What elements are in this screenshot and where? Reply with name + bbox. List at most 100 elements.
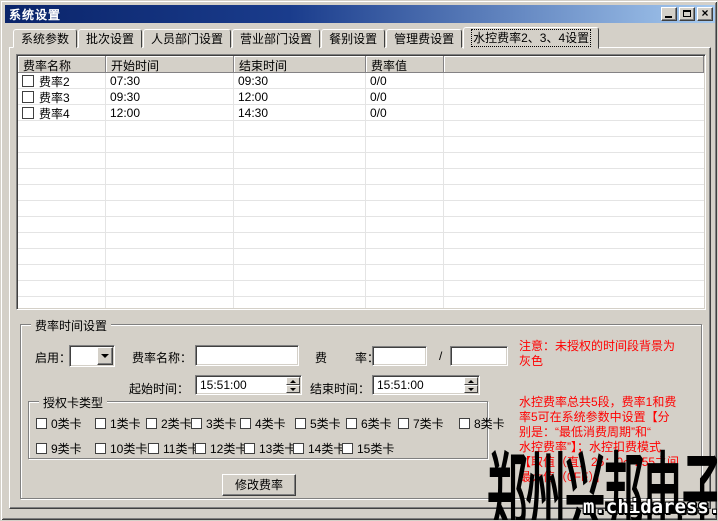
checkbox[interactable] [95, 443, 106, 454]
spin-down-button[interactable] [464, 385, 478, 393]
cell-rate-value: 0/0 [365, 74, 443, 88]
enable-label: 启用： [35, 349, 71, 366]
minimize-icon [665, 16, 672, 18]
spin-down-button[interactable] [286, 385, 300, 393]
rate-name-label: 费率名称： [132, 349, 192, 366]
checkbox[interactable] [191, 418, 202, 429]
row-checkbox[interactable] [22, 107, 34, 119]
title-bar[interactable]: 系统设置 × [5, 5, 715, 23]
cell-start-time: 07:30 [105, 74, 233, 88]
tab-business-dept[interactable]: 营业部门设置 [232, 29, 320, 48]
row-checkbox[interactable] [22, 91, 34, 103]
warning-note-line: 注意：未授权的时间段背景为 [519, 339, 675, 354]
card-type-2[interactable]: 2类卡 [146, 415, 192, 432]
chevron-down-icon [101, 354, 109, 358]
maximize-icon [683, 10, 691, 17]
cell-end-time: 14:30 [233, 106, 365, 120]
card-type-14[interactable]: 14类卡 [293, 440, 345, 457]
cell-start-time: 12:00 [105, 106, 233, 120]
cell-rate-name: 费率2 [39, 73, 105, 90]
cell-end-time: 09:30 [233, 74, 365, 88]
rate-time-settings-title: 费率时间设置 [31, 317, 111, 334]
card-type-0[interactable]: 0类卡 [36, 415, 82, 432]
column-header-start-time[interactable]: 开始时间 [106, 56, 234, 73]
column-header-end-time[interactable]: 结束时间 [234, 56, 366, 73]
close-button[interactable]: × [697, 7, 713, 21]
checkbox[interactable] [240, 418, 251, 429]
arrow-down-icon [290, 388, 296, 391]
table-row[interactable]: 费率4 12:00 14:30 0/0 [18, 105, 704, 121]
card-type-13[interactable]: 13类卡 [244, 440, 296, 457]
column-header-empty[interactable] [444, 56, 704, 73]
end-time-value: 15:51:00 [377, 378, 424, 392]
checkbox[interactable] [342, 443, 353, 454]
card-type-10[interactable]: 10类卡 [95, 440, 147, 457]
tab-admin-fee[interactable]: 管理费设置 [386, 29, 462, 48]
tab-water-rate-234[interactable]: 水控费率2、3、4设置 [463, 27, 599, 49]
checkbox[interactable] [36, 443, 47, 454]
card-type-6[interactable]: 6类卡 [346, 415, 392, 432]
system-settings-window: 系统设置 × 系统参数 批次设置 人员部门设置 营业部门设置 餐别设置 管理费设… [0, 0, 718, 521]
end-time-spinner[interactable]: 15:51:00 [372, 375, 480, 395]
tab-meal-settings[interactable]: 餐别设置 [321, 29, 385, 48]
card-type-5[interactable]: 5类卡 [295, 415, 341, 432]
start-time-label: 起始时间： [129, 380, 189, 397]
checkbox[interactable] [346, 418, 357, 429]
tab-personnel-dept[interactable]: 人员部门设置 [143, 29, 231, 48]
card-type-11[interactable]: 11类卡 [148, 440, 199, 457]
spin-up-button[interactable] [464, 377, 478, 385]
checkbox[interactable] [195, 443, 206, 454]
card-type-15[interactable]: 15类卡 [342, 440, 394, 457]
end-time-label: 结束时间： [310, 380, 370, 397]
table-row[interactable]: 费率3 09:30 12:00 0/0 [18, 89, 704, 105]
row-checkbox[interactable] [22, 75, 34, 87]
card-type-7[interactable]: 7类卡 [398, 415, 444, 432]
modify-rate-button[interactable]: 修改费率 [222, 474, 296, 496]
maximize-button[interactable] [679, 7, 695, 21]
fee-label-part1: 费 [315, 349, 327, 366]
dropdown-button[interactable] [97, 347, 113, 365]
cell-end-time: 12:00 [233, 90, 365, 104]
cell-rate-value: 0/0 [365, 106, 443, 120]
rate-table[interactable]: 费率名称 开始时间 结束时间 费率值 费率2 07:30 09:30 0/0 [16, 54, 706, 310]
card-type-9[interactable]: 9类卡 [36, 440, 82, 457]
cell-start-time: 09:30 [105, 90, 233, 104]
checkbox[interactable] [36, 418, 47, 429]
warning-note: 注意：未授权的时间段背景为 灰色 [519, 339, 675, 369]
rate-name-input[interactable] [195, 345, 299, 366]
window-controls: × [661, 7, 715, 21]
card-type-4[interactable]: 4类卡 [240, 415, 286, 432]
tab-batch-settings[interactable]: 批次设置 [78, 29, 142, 48]
cell-rate-name: 费率4 [39, 105, 105, 122]
checkbox[interactable] [293, 443, 304, 454]
checkbox[interactable] [244, 443, 255, 454]
start-time-spinner[interactable]: 15:51:00 [195, 375, 302, 395]
enable-dropdown[interactable] [69, 345, 115, 367]
checkbox[interactable] [295, 418, 306, 429]
spinner-buttons [286, 377, 300, 393]
tab-system-params[interactable]: 系统参数 [13, 29, 77, 48]
fee-numerator-input[interactable] [372, 346, 427, 366]
checkbox[interactable] [148, 443, 159, 454]
column-header-rate-value[interactable]: 费率值 [366, 56, 444, 73]
warning-note-line: 灰色 [519, 354, 675, 369]
fee-slash: / [439, 349, 442, 363]
checkbox[interactable] [398, 418, 409, 429]
checkbox[interactable] [95, 418, 106, 429]
checkbox[interactable] [146, 418, 157, 429]
card-type-1[interactable]: 1类卡 [95, 415, 141, 432]
watermark-url: m.chidaress.com [583, 496, 718, 518]
cell-rate-value: 0/0 [365, 90, 443, 104]
fee-denominator-input[interactable] [450, 346, 508, 366]
spin-up-button[interactable] [286, 377, 300, 385]
column-header-rate-name[interactable]: 费率名称 [18, 56, 106, 73]
card-type-3[interactable]: 3类卡 [191, 415, 237, 432]
minimize-button[interactable] [661, 7, 677, 21]
table-row[interactable]: 费率2 07:30 09:30 0/0 [18, 73, 704, 89]
card-type-group-title: 授权卡类型 [39, 394, 107, 411]
rate-table-body: 费率2 07:30 09:30 0/0 费率3 09:30 12:00 0/0 … [18, 73, 704, 308]
arrow-up-icon [468, 380, 474, 383]
close-icon: × [698, 6, 712, 20]
checkbox[interactable] [459, 418, 470, 429]
card-type-12[interactable]: 12类卡 [195, 440, 247, 457]
